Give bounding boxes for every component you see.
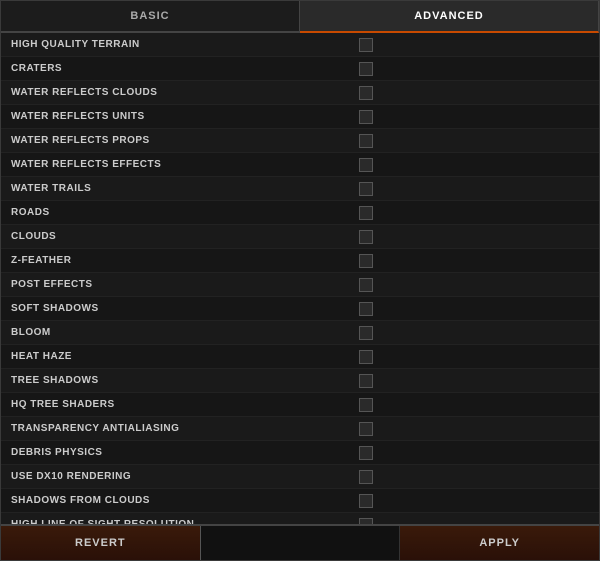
setting-row-heat-haze: HEAT HAZE	[1, 345, 599, 369]
setting-label-water-reflects-effects: WATER REFLECTS EFFECTS	[11, 159, 349, 170]
setting-row-transparency-antialiasing: TRANSPARENCY ANTIALIASING	[1, 417, 599, 441]
checkbox-post-effects[interactable]	[359, 278, 373, 292]
tab-advanced[interactable]: ADVANCED	[300, 1, 599, 33]
setting-row-hq-tree-shaders: HQ TREE SHADERS	[1, 393, 599, 417]
setting-row-high-line-of-sight-resolution: HIGH LINE OF SIGHT RESOLUTION	[1, 513, 599, 524]
checkbox-water-reflects-clouds[interactable]	[359, 86, 373, 100]
checkbox-area-water-reflects-effects	[349, 158, 589, 172]
settings-list[interactable]: HIGH QUALITY TERRAIN CRATERS WATER REFLECT…	[1, 33, 599, 524]
setting-row-water-reflects-units: WATER REFLECTS UNITS	[1, 105, 599, 129]
checkbox-area-post-effects	[349, 278, 589, 292]
setting-label-high-quality-terrain: HIGH QUALITY TERRAIN	[11, 39, 349, 50]
checkbox-area-debris-physics	[349, 446, 589, 460]
footer-spacer	[201, 526, 401, 560]
checkbox-clouds[interactable]	[359, 230, 373, 244]
checkbox-area-water-reflects-units	[349, 110, 589, 124]
setting-row-water-reflects-effects: WATER REFLECTS EFFECTS	[1, 153, 599, 177]
checkbox-water-reflects-props[interactable]	[359, 134, 373, 148]
checkbox-shadows-from-clouds[interactable]	[359, 494, 373, 508]
setting-row-water-reflects-props: WATER REFLECTS PROPS	[1, 129, 599, 153]
checkbox-soft-shadows[interactable]	[359, 302, 373, 316]
setting-label-use-dx10-rendering: USE DX10 RENDERING	[11, 471, 349, 482]
setting-label-clouds: CLOUDS	[11, 231, 349, 242]
setting-row-high-quality-terrain: HIGH QUALITY TERRAIN	[1, 33, 599, 57]
checkbox-hq-tree-shaders[interactable]	[359, 398, 373, 412]
checkbox-z-feather[interactable]	[359, 254, 373, 268]
setting-label-craters: CRATERS	[11, 63, 349, 74]
setting-row-post-effects: POST EFFECTS	[1, 273, 599, 297]
checkbox-area-tree-shadows	[349, 374, 589, 388]
checkbox-area-water-trails	[349, 182, 589, 196]
checkbox-area-shadows-from-clouds	[349, 494, 589, 508]
checkbox-area-bloom	[349, 326, 589, 340]
setting-label-z-feather: Z-FEATHER	[11, 255, 349, 266]
checkbox-area-water-reflects-clouds	[349, 86, 589, 100]
apply-button[interactable]: APPLY	[400, 526, 599, 560]
checkbox-transparency-antialiasing[interactable]	[359, 422, 373, 436]
checkbox-area-transparency-antialiasing	[349, 422, 589, 436]
setting-label-water-reflects-clouds: WATER REFLECTS CLOUDS	[11, 87, 349, 98]
checkbox-water-reflects-units[interactable]	[359, 110, 373, 124]
setting-label-hq-tree-shaders: HQ TREE SHADERS	[11, 399, 349, 410]
checkbox-area-water-reflects-props	[349, 134, 589, 148]
content-area: HIGH QUALITY TERRAIN CRATERS WATER REFLECT…	[1, 33, 599, 524]
checkbox-area-soft-shadows	[349, 302, 589, 316]
checkbox-water-reflects-effects[interactable]	[359, 158, 373, 172]
setting-label-water-reflects-units: WATER REFLECTS UNITS	[11, 111, 349, 122]
setting-label-post-effects: POST EFFECTS	[11, 279, 349, 290]
checkbox-area-heat-haze	[349, 350, 589, 364]
footer-bar: REVERT APPLY	[1, 524, 599, 560]
setting-label-debris-physics: DEBRIS PHYSICS	[11, 447, 349, 458]
checkbox-roads[interactable]	[359, 206, 373, 220]
settings-window: BASIC ADVANCED HIGH QUALITY TERRAIN CRATE…	[0, 0, 600, 561]
setting-label-soft-shadows: SOFT SHADOWS	[11, 303, 349, 314]
setting-row-clouds: CLOUDS	[1, 225, 599, 249]
tab-bar: BASIC ADVANCED	[1, 1, 599, 33]
checkbox-water-trails[interactable]	[359, 182, 373, 196]
tab-basic[interactable]: BASIC	[1, 1, 300, 31]
checkbox-craters[interactable]	[359, 62, 373, 76]
checkbox-area-use-dx10-rendering	[349, 470, 589, 484]
checkbox-debris-physics[interactable]	[359, 446, 373, 460]
setting-row-shadows-from-clouds: SHADOWS FROM CLOUDS	[1, 489, 599, 513]
checkbox-area-clouds	[349, 230, 589, 244]
revert-button[interactable]: REVERT	[1, 526, 201, 560]
checkbox-high-quality-terrain[interactable]	[359, 38, 373, 52]
setting-row-roads: ROADS	[1, 201, 599, 225]
setting-label-heat-haze: HEAT HAZE	[11, 351, 349, 362]
checkbox-bloom[interactable]	[359, 326, 373, 340]
setting-row-tree-shadows: TREE SHADOWS	[1, 369, 599, 393]
checkbox-area-high-quality-terrain	[349, 38, 589, 52]
checkbox-area-hq-tree-shaders	[349, 398, 589, 412]
setting-row-z-feather: Z-FEATHER	[1, 249, 599, 273]
setting-row-use-dx10-rendering: USE DX10 RENDERING	[1, 465, 599, 489]
setting-label-water-reflects-props: WATER REFLECTS PROPS	[11, 135, 349, 146]
checkbox-area-roads	[349, 206, 589, 220]
checkbox-area-z-feather	[349, 254, 589, 268]
setting-row-soft-shadows: SOFT SHADOWS	[1, 297, 599, 321]
checkbox-heat-haze[interactable]	[359, 350, 373, 364]
setting-label-roads: ROADS	[11, 207, 349, 218]
setting-row-craters: CRATERS	[1, 57, 599, 81]
setting-label-transparency-antialiasing: TRANSPARENCY ANTIALIASING	[11, 423, 349, 434]
setting-label-shadows-from-clouds: SHADOWS FROM CLOUDS	[11, 495, 349, 506]
setting-label-tree-shadows: TREE SHADOWS	[11, 375, 349, 386]
checkbox-use-dx10-rendering[interactable]	[359, 470, 373, 484]
setting-label-water-trails: WATER TRAILS	[11, 183, 349, 194]
setting-label-bloom: BLOOM	[11, 327, 349, 338]
setting-row-water-reflects-clouds: WATER REFLECTS CLOUDS	[1, 81, 599, 105]
checkbox-area-craters	[349, 62, 589, 76]
setting-row-debris-physics: DEBRIS PHYSICS	[1, 441, 599, 465]
setting-row-bloom: BLOOM	[1, 321, 599, 345]
setting-row-water-trails: WATER TRAILS	[1, 177, 599, 201]
checkbox-tree-shadows[interactable]	[359, 374, 373, 388]
